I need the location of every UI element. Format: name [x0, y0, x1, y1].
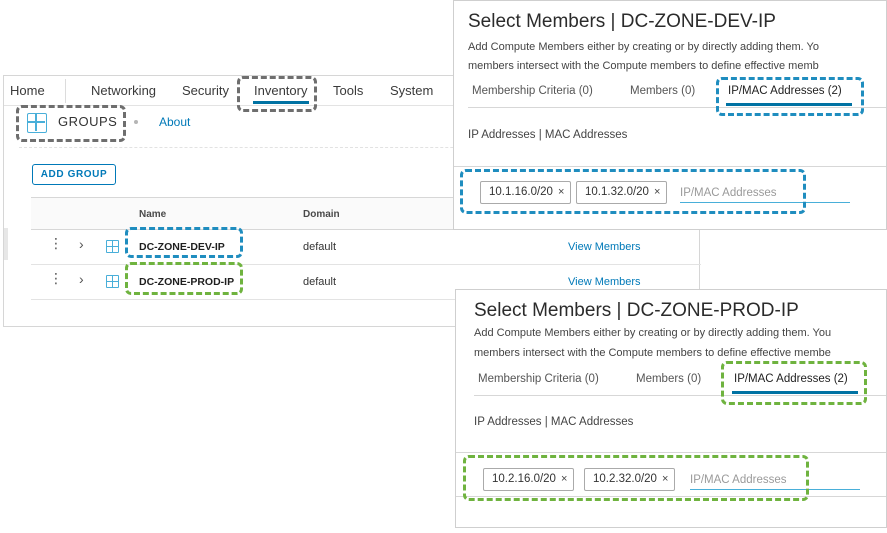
column-header-name[interactable]: Name [139, 209, 166, 220]
tab-members[interactable]: Members (0) [630, 85, 695, 97]
column-header-domain[interactable]: Domain [303, 209, 340, 220]
ip-chip: 10.1.32.0/20 × [576, 181, 668, 204]
chevron-right-icon[interactable]: › [79, 236, 84, 252]
tab-ip-mac-addresses[interactable]: IP/MAC Addresses (2) [734, 373, 848, 385]
view-members-link[interactable]: View Members [568, 276, 641, 288]
dialog-divider [456, 452, 886, 453]
close-icon[interactable]: × [662, 473, 668, 485]
tab-membership-criteria[interactable]: Membership Criteria (0) [472, 85, 593, 97]
ip-chip-label: 10.2.16.0/20 [492, 473, 556, 485]
nav-divider [65, 79, 66, 103]
nav-active-indicator [253, 101, 309, 104]
close-icon[interactable]: × [561, 473, 567, 485]
about-link[interactable]: About [159, 115, 190, 129]
ip-chip: 10.2.16.0/20 × [483, 468, 575, 491]
group-name: DC-ZONE-PROD-IP [139, 276, 235, 288]
tab-membership-criteria[interactable]: Membership Criteria (0) [478, 373, 599, 385]
add-group-button[interactable]: ADD GROUP [32, 164, 116, 185]
dialog-divider [456, 496, 886, 497]
dialog-tabs: Membership Criteria (0) Members (0) IP/M… [474, 368, 886, 396]
ip-chip: 10.1.16.0/20 × [480, 181, 572, 204]
tab-ip-mac-addresses[interactable]: IP/MAC Addresses (2) [728, 85, 842, 97]
active-tab-indicator [732, 391, 858, 394]
ip-mac-subtitle: IP Addresses | MAC Addresses [468, 129, 628, 141]
dialog-divider [454, 166, 886, 167]
dialog-title: Select Members | DC-ZONE-PROD-IP [474, 300, 799, 321]
table-row: ⋮ › DC-ZONE-DEV-IP default View Members [31, 230, 701, 265]
select-members-dialog-dev: Select Members | DC-ZONE-DEV-IP Add Comp… [453, 0, 887, 230]
ip-chip-label: 10.1.16.0/20 [489, 186, 553, 198]
nav-inventory[interactable]: Inventory [254, 83, 307, 98]
ip-chip-label: 10.2.32.0/20 [593, 473, 657, 485]
ip-mac-subtitle: IP Addresses | MAC Addresses [474, 416, 634, 428]
kebab-menu-icon[interactable]: ⋮ [49, 236, 63, 250]
tab-members[interactable]: Members (0) [636, 373, 701, 385]
group-domain: default [303, 276, 337, 288]
dialog-tabs: Membership Criteria (0) Members (0) IP/M… [468, 80, 886, 108]
active-tab-indicator [726, 103, 852, 106]
close-icon[interactable]: × [558, 186, 564, 198]
kebab-menu-icon[interactable]: ⋮ [49, 271, 63, 285]
selection-strip [4, 228, 8, 260]
nav-networking[interactable]: Networking [91, 83, 156, 98]
nav-tools[interactable]: Tools [333, 83, 363, 98]
nav-home[interactable]: Home [10, 83, 45, 98]
nav-system[interactable]: System [390, 83, 433, 98]
nav-security[interactable]: Security [182, 83, 229, 98]
group-domain: default [303, 241, 337, 253]
dialog-title: Select Members | DC-ZONE-DEV-IP [468, 11, 776, 32]
dialog-description: Add Compute Members either by creating o… [474, 327, 832, 339]
group-name: DC-ZONE-DEV-IP [139, 241, 225, 253]
dialog-description: Add Compute Members either by creating o… [468, 41, 819, 53]
chevron-right-icon[interactable]: › [79, 271, 84, 287]
dialog-description: members intersect with the Compute membe… [474, 347, 831, 359]
view-members-link[interactable]: View Members [568, 241, 641, 253]
close-icon[interactable]: × [654, 186, 660, 198]
select-members-dialog-prod: Select Members | DC-ZONE-PROD-IP Add Com… [455, 289, 887, 528]
group-grid-icon [106, 275, 119, 288]
dialog-description: members intersect with the Compute membe… [468, 60, 819, 72]
ip-chip-label: 10.1.32.0/20 [585, 186, 649, 198]
groups-grid-icon [27, 113, 47, 133]
ip-mac-input[interactable] [680, 183, 850, 203]
group-grid-icon [106, 240, 119, 253]
separator-dot [134, 120, 138, 124]
ip-chip: 10.2.32.0/20 × [584, 468, 676, 491]
ip-mac-input[interactable] [690, 470, 860, 490]
page-title: GROUPS [58, 114, 118, 129]
